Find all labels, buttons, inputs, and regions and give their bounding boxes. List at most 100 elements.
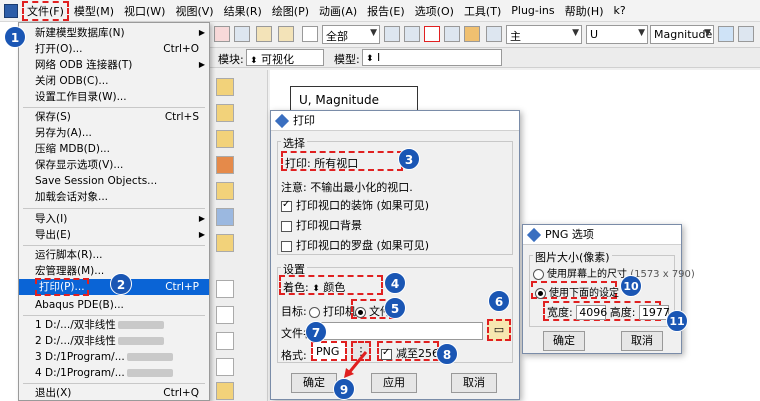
cube-icon[interactable] — [464, 26, 480, 42]
menu-item-open[interactable]: 打开(O)... Ctrl+O — [19, 41, 209, 57]
probe-icon[interactable] — [216, 382, 234, 400]
menu-item-set-workdir[interactable]: 设置工作目录(W)... — [19, 89, 209, 105]
print-cancel-button[interactable]: 取消 — [451, 373, 497, 393]
axis-icon[interactable] — [216, 280, 234, 298]
menu-item-recent-1[interactable]: 1 D:/.../双非线性 — [19, 317, 209, 333]
cb-reduce-256[interactable]: 减至256色 — [377, 341, 450, 361]
height-label: 高度: — [609, 306, 636, 319]
step-badge-1: 1 — [4, 26, 26, 48]
menu-item-export[interactable]: 导出(E) ▶ — [19, 227, 209, 243]
menu-item-recent-2[interactable]: 2 D:/.../双非线性 — [19, 333, 209, 349]
menu-item-compact-mdb[interactable]: 压缩 MDB(D)... — [19, 141, 209, 157]
menu-result[interactable]: 结果(R) — [219, 3, 267, 19]
menu-help[interactable]: 帮助(H) — [560, 3, 609, 19]
width-input[interactable]: 4096 — [576, 305, 607, 320]
print-dialog: 打印 选择 打印: 所有视口 注意: 不输出最小化的视口. 打印视口的装饰 (如… — [270, 110, 520, 400]
checkbox-icon[interactable] — [281, 220, 292, 232]
menu-item-save[interactable]: 保存(S) Ctrl+S — [19, 109, 209, 125]
render-style-combo[interactable]: 着色: ⬍ 颜色 — [279, 275, 383, 295]
png-cancel-button[interactable]: 取消 — [621, 331, 663, 351]
checkbox-icon[interactable] — [281, 240, 292, 252]
menu-item-run-script[interactable]: 运行脚本(R)... — [19, 247, 209, 263]
menu-viewport[interactable]: 视口(W) — [119, 3, 170, 19]
menu-plot[interactable]: 绘图(P) — [267, 3, 314, 19]
plot-both-icon[interactable] — [216, 130, 234, 148]
animate-icon[interactable] — [216, 234, 234, 252]
ruler-icon[interactable] — [256, 26, 272, 42]
target-printer-radio[interactable]: 打印机 — [309, 303, 356, 319]
menu-item-save-as[interactable]: 另存为(A)... — [19, 125, 209, 141]
invariant-combo[interactable]: 主 ▼ — [506, 25, 582, 44]
cb-print-background[interactable]: 打印视口背景 — [281, 217, 362, 233]
variable-icon[interactable] — [486, 26, 502, 42]
menu-plugins[interactable]: Plug-ins — [506, 4, 559, 17]
menu-options[interactable]: 选项(O) — [410, 3, 459, 19]
select-arrow-icon[interactable] — [302, 26, 318, 42]
plot-symbol-icon[interactable] — [216, 182, 234, 200]
radio-icon[interactable] — [309, 306, 320, 318]
menu-item-save-session[interactable]: Save Session Objects... — [19, 173, 209, 189]
menu-tools[interactable]: 工具(T) — [459, 3, 506, 19]
box-select-icon[interactable] — [384, 26, 400, 42]
checkbox-icon[interactable] — [281, 199, 292, 212]
radio-icon[interactable] — [533, 268, 544, 280]
menu-item-import[interactable]: 导入(I) ▶ — [19, 211, 209, 227]
plot-undeformed-icon[interactable] — [216, 78, 234, 96]
menu-item-recent-3[interactable]: 3 D:/1Program/... — [19, 349, 209, 365]
rect-select-icon[interactable] — [424, 26, 440, 42]
filename-input[interactable] — [317, 322, 483, 340]
print-scope-field[interactable]: 打印: 所有视口 — [281, 151, 403, 171]
module-combo[interactable]: ⬍ 可视化 — [246, 49, 324, 66]
fit-view-icon[interactable] — [214, 26, 230, 42]
dialog-icon — [526, 227, 542, 243]
cb-print-decorations[interactable]: 打印视口的装饰 (如果可见) — [281, 197, 429, 213]
menu-view[interactable]: 视图(V) — [170, 3, 218, 19]
selection-filter-combo[interactable]: 全部 ▼ — [322, 25, 380, 44]
radio-icon[interactable] — [355, 306, 366, 318]
opt-screen-size-radio[interactable]: 使用屏幕上的尺寸 (1573 x 790) — [533, 265, 695, 280]
folder-browse-icon[interactable]: ▭ — [487, 319, 511, 341]
step-badge-7: 7 — [305, 321, 327, 343]
print-apply-button[interactable]: 应用 — [371, 373, 417, 393]
plot-material-icon[interactable] — [216, 208, 234, 226]
print-ok-button[interactable]: 确定 — [291, 373, 337, 393]
menu-item-load-session[interactable]: 加载会话对象... — [19, 189, 209, 205]
menu-report[interactable]: 报告(E) — [362, 3, 410, 19]
refresh-icon[interactable] — [718, 26, 734, 42]
node-icon[interactable] — [444, 26, 460, 42]
plot-deformed-icon[interactable] — [216, 104, 234, 122]
model-combo[interactable]: ⬍ I — [362, 49, 502, 66]
field-output-combo[interactable]: U ▼ — [586, 25, 648, 44]
sort-icon[interactable] — [234, 26, 250, 42]
component-combo[interactable]: Magnitude ▼ — [650, 25, 714, 44]
radio-icon[interactable] — [535, 287, 546, 299]
menu-item-new-model[interactable]: 新建模型数据库(N) ▶ — [19, 25, 209, 41]
opt-custom-size-radio[interactable]: 使用下面的设定 — [531, 281, 619, 299]
step-icon[interactable] — [738, 26, 754, 42]
path-icon[interactable] — [216, 332, 234, 350]
xy-plot-icon[interactable] — [216, 358, 234, 376]
menu-item-recent-4[interactable]: 4 D:/1Program/... — [19, 365, 209, 381]
menu-item-network-odb[interactable]: 网络 ODB 连接器(T) ▶ — [19, 57, 209, 73]
ladder-icon[interactable] — [278, 26, 294, 42]
menu-separator — [23, 245, 205, 246]
cb-print-compass[interactable]: 打印视口的罗盘 (如果可见) — [281, 237, 429, 253]
menu-item-save-display[interactable]: 保存显示选项(V)... — [19, 157, 209, 173]
whats-this-icon[interactable]: k? — [608, 4, 630, 17]
checkbox-icon[interactable] — [381, 347, 392, 360]
png-ok-button[interactable]: 确定 — [543, 331, 585, 351]
step-badge-2: 2 — [110, 273, 132, 295]
menu-item-abaqus-pde[interactable]: Abaqus PDE(B)... — [19, 297, 209, 313]
table-icon[interactable] — [216, 306, 234, 324]
menu-item-exit[interactable]: 退出(X) Ctrl+Q — [19, 385, 209, 401]
menu-animate[interactable]: 动画(A) — [314, 3, 362, 19]
menu-item-close-odb[interactable]: 关闭 ODB(C)... — [19, 73, 209, 89]
menu-model[interactable]: 模型(M) — [69, 3, 119, 19]
height-input[interactable]: 1977 — [638, 305, 670, 320]
plot-contour-icon[interactable] — [216, 156, 234, 174]
copy-icon[interactable] — [404, 26, 420, 42]
file-menu: 新建模型数据库(N) ▶ 打开(O)... Ctrl+O 网络 ODB 连接器(T)… — [18, 22, 210, 401]
width-label: 宽度: — [547, 306, 573, 319]
menu-separator — [23, 107, 205, 108]
menu-file[interactable]: 文件(F) — [22, 0, 69, 21]
